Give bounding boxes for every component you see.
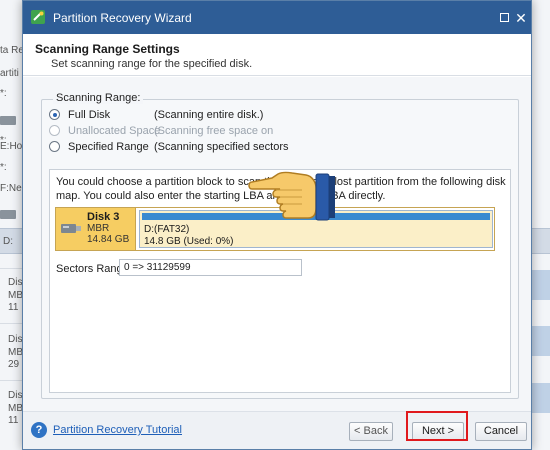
window-title: Partition Recovery Wizard [53,11,192,25]
title-bar[interactable]: Partition Recovery Wizard ✕ [23,1,531,34]
close-icon: ✕ [515,10,527,26]
radio-unallocated-description: (Scanning free space on [154,125,274,137]
wizard-header: Scanning Range Settings Set scanning ran… [23,34,531,76]
radio-full-disk[interactable]: Full Disk (Scanning entire disk.) [49,109,263,121]
bg-text-fragment: *: [0,88,7,99]
radio-specified-description: (Scanning specified sectors [154,141,289,153]
close-button[interactable]: ✕ [513,10,529,26]
maximize-icon [499,13,509,22]
disk-map-panel: You could choose a partition block to sc… [49,169,511,393]
bg-text-fragment: F:Ne [0,183,22,194]
partition-size: 14.8 GB (Used: 0%) [144,236,234,247]
sectors-range-input[interactable] [119,259,302,276]
page-title: Scanning Range Settings [35,42,180,56]
radio-full-disk-description: (Scanning entire disk.) [154,109,264,121]
radio-specified-label: Specified Range [68,141,149,153]
disk-type: MBR [87,223,110,234]
bg-partition-block [530,383,550,413]
bg-drive-icon [0,210,16,219]
radio-unallocated-space: Unallocated Space (Scanning free space o… [49,125,273,137]
radio-specified-range[interactable]: Specified Range (Scanning specified sect… [49,141,289,153]
bg-text-fragment: 11 [8,302,19,313]
disk-info-block[interactable]: Disk 3 MBR 14.84 GB [56,208,136,250]
disk-size: 14.84 GB [87,234,130,245]
bg-text-fragment: 29 [8,359,20,370]
radio-unallocated-circle [49,125,60,136]
next-button[interactable]: Next > [412,422,464,441]
usb-disk-icon [61,224,81,233]
page-subtitle: Set scanning range for the specified dis… [51,58,253,70]
disk-map-row: Disk 3 MBR 14.84 GB D:(FAT32) 14.8 GB (U… [55,207,495,251]
bg-text-fragment: ta Re [0,45,24,56]
bg-drive-icon [0,116,16,125]
partition-usage-bar [142,213,490,220]
bg-divider [0,323,22,324]
wizard-app-icon [31,10,45,24]
bg-partition-block [530,270,550,300]
radio-specified-circle[interactable] [49,141,60,152]
bg-divider [0,380,22,381]
bg-text-fragment: Dis [8,334,23,345]
bg-text-fragment: MB [8,290,23,301]
radio-full-disk-label: Full Disk [68,109,111,121]
bg-text-fragment: Dis [8,390,23,401]
partition-block-d[interactable]: D:(FAT32) 14.8 GB (Used: 0%) [139,210,493,248]
partition-name: D:(FAT32) [144,224,190,235]
bg-text-fragment: D: [3,236,13,247]
bg-disk-bar: D: [0,228,22,254]
radio-unallocated-label: Unallocated Space [68,125,161,137]
bg-text-fragment: Dis [8,277,23,288]
disk-name: Disk 3 [87,211,120,223]
bg-disk-bar-right [530,228,550,254]
bg-text-fragment: MB [8,347,23,358]
scanning-range-legend: Scanning Range: [53,92,144,104]
scanning-range-group: Scanning Range: Full Disk (Scanning enti… [41,92,519,399]
bg-divider [0,268,22,269]
bg-text-fragment: 11 [8,415,19,426]
help-icon[interactable]: ? [31,422,47,438]
bg-partition-block [530,326,550,356]
maximize-button[interactable] [496,10,512,26]
cancel-button[interactable]: Cancel [475,422,527,441]
back-button[interactable]: < Back [349,422,393,441]
disk-map-description: You could choose a partition block to sc… [56,176,506,202]
bg-text-fragment: MB [8,403,23,414]
bg-text-fragment: *: [0,162,7,173]
partition-recovery-wizard-dialog: Partition Recovery Wizard ✕ Scanning Ran… [22,0,532,450]
bg-text-fragment: artiti [0,68,19,79]
bg-text-fragment: E:Ho [0,141,23,152]
partition-recovery-tutorial-link[interactable]: Partition Recovery Tutorial [53,424,182,436]
wizard-content: Scanning Range: Full Disk (Scanning enti… [23,77,531,411]
wizard-footer: ? Partition Recovery Tutorial < Back Nex… [23,411,531,449]
radio-full-disk-circle[interactable] [49,109,60,120]
